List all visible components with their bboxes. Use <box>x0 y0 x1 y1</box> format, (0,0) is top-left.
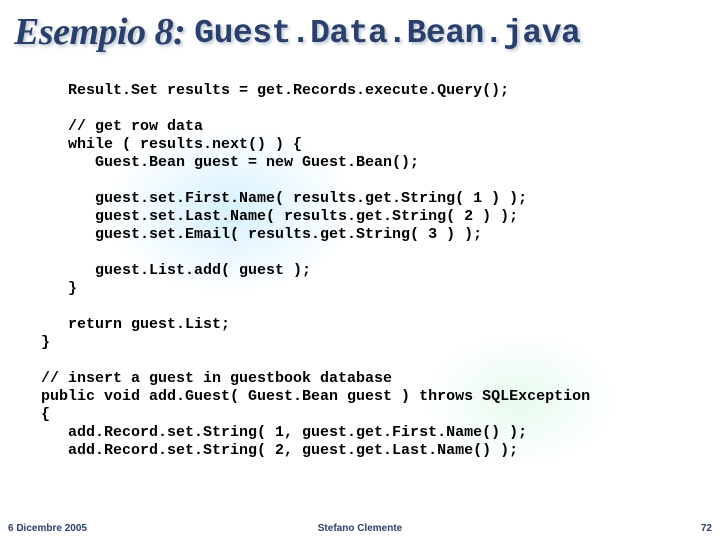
code-block: Result.Set results = get.Records.execute… <box>32 82 702 460</box>
footer-author: Stefano Clemente <box>0 523 720 534</box>
title-filename: Guest.Data.Bean.java <box>194 15 580 52</box>
slide-title: Esempio 8: Guest.Data.Bean.java <box>14 10 580 54</box>
footer-page: 72 <box>701 523 712 534</box>
footer: 6 Dicembre 2005 Stefano Clemente 72 <box>0 516 720 534</box>
title-prefix: Esempio 8: <box>14 11 194 53</box>
